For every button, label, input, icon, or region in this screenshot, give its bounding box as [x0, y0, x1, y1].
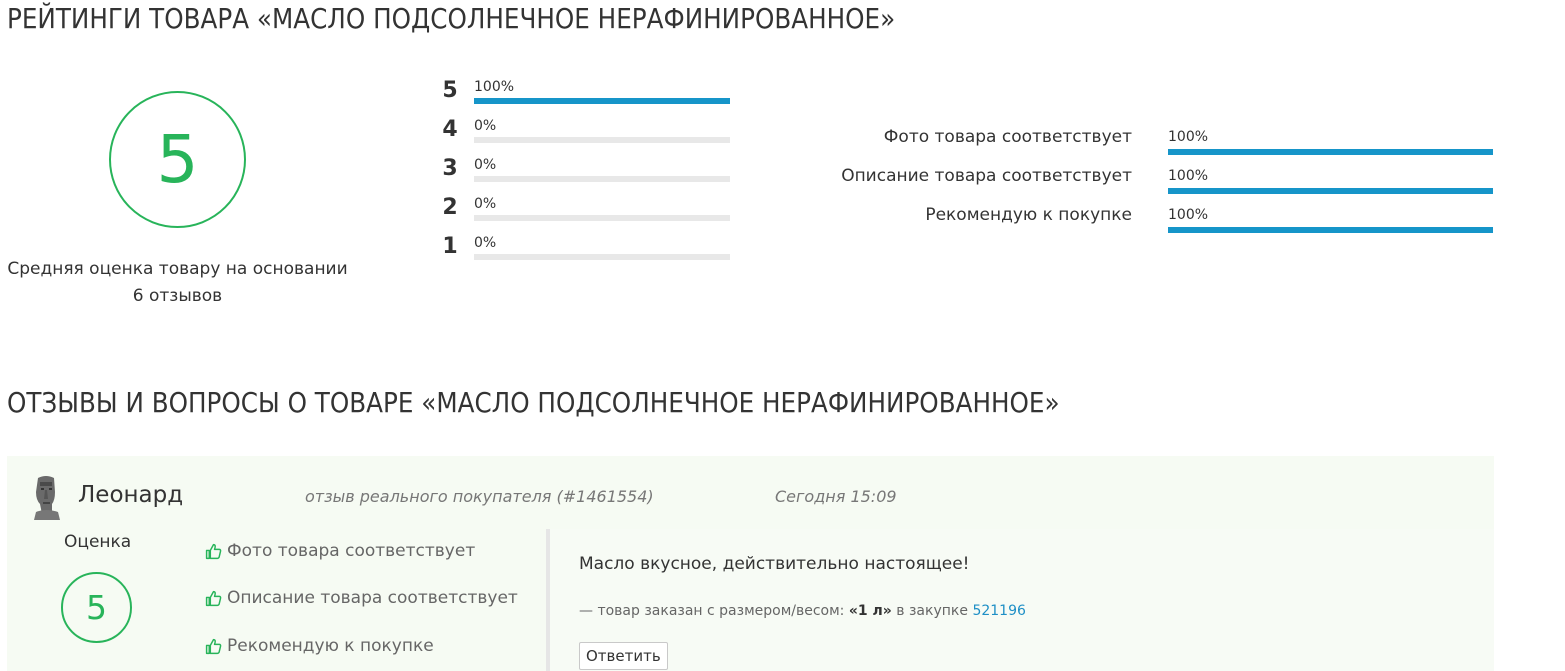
review-date: Сегодня 15:09 [775, 487, 897, 506]
review-body-panel [550, 529, 1494, 671]
criteria-row: Фото товара соответствует 100% [800, 126, 1520, 165]
criteria-bar-fill [1168, 149, 1493, 155]
avatar-moai-icon[interactable] [28, 474, 64, 520]
criteria-bar [1168, 188, 1493, 194]
like-item: Рекомендую к покупке [205, 636, 434, 656]
criteria-label: Описание товара соответствует [841, 166, 1132, 186]
star-bar [474, 98, 730, 104]
review-text: Масло вкусное, действительно настоящее! [579, 554, 970, 574]
star-bar [474, 254, 730, 260]
order-lot-link[interactable]: 521196 [972, 603, 1025, 619]
order-prefix: — товар заказан с размером/весом: [579, 603, 845, 619]
order-info: — товар заказан с размером/весом: «1 л» … [579, 603, 1026, 619]
average-caption-line1: Средняя оценка товару на основании [7, 259, 348, 279]
star-row: 2 0% [440, 195, 740, 234]
star-count-label: 4 [442, 117, 458, 142]
star-bar [474, 215, 730, 221]
average-score-circle: 5 [109, 91, 246, 228]
thumbs-up-icon [205, 543, 222, 559]
criteria-percent: 100% [1168, 129, 1209, 145]
star-count-label: 5 [442, 78, 458, 103]
star-percent: 100% [474, 79, 515, 95]
criteria-percent: 100% [1168, 207, 1209, 223]
criteria-row: Рекомендую к покупке 100% [800, 204, 1520, 243]
star-row: 4 0% [440, 117, 740, 156]
criteria-row: Описание товара соответствует 100% [800, 165, 1520, 204]
criteria-bar-fill [1168, 188, 1493, 194]
like-item: Описание товара соответствует [205, 588, 518, 608]
star-row: 3 0% [440, 156, 740, 195]
review-score: 5 [86, 588, 107, 627]
reviews-title: ОТЗЫВЫ И ВОПРОСЫ О ТОВАРЕ «МАСЛО ПОДСОЛН… [7, 386, 1060, 419]
review-divider [546, 529, 550, 671]
average-caption: Средняя оценка товару на основании 6 отз… [0, 256, 355, 310]
reviewer-name[interactable]: Леонард [78, 482, 183, 508]
criteria-bar-fill [1168, 227, 1493, 233]
order-size: «1 л» [848, 603, 892, 619]
like-item: Фото товара соответствует [205, 541, 475, 561]
star-percent: 0% [474, 196, 497, 212]
order-middle: в закупке [896, 603, 968, 619]
star-count-label: 1 [442, 234, 458, 259]
thumbs-up-icon [205, 638, 222, 654]
review-score-label: Оценка [64, 532, 132, 552]
like-label: Описание товара соответствует [227, 588, 518, 608]
star-count-label: 2 [442, 195, 458, 220]
star-row: 5 100% [440, 78, 740, 117]
star-row: 1 0% [440, 234, 740, 273]
like-label: Рекомендую к покупке [227, 636, 434, 656]
star-percent: 0% [474, 118, 497, 134]
star-bar [474, 137, 730, 143]
star-count-label: 3 [442, 156, 458, 181]
criteria-percent: 100% [1168, 168, 1209, 184]
like-label: Фото товара соответствует [227, 541, 476, 561]
review-score-circle: 5 [61, 572, 132, 643]
criteria-bar [1168, 149, 1493, 155]
reply-button[interactable]: Ответить [579, 642, 668, 670]
thumbs-up-icon [205, 590, 222, 606]
star-bar [474, 176, 730, 182]
ratings-title: РЕЙТИНГИ ТОВАРА «МАСЛО ПОДСОЛНЕЧНОЕ НЕРА… [7, 2, 896, 35]
criteria-label: Фото товара соответствует [883, 127, 1132, 147]
star-percent: 0% [474, 235, 497, 251]
review-type: отзыв реального покупателя (#1461554) [305, 487, 654, 506]
star-percent: 0% [474, 157, 497, 173]
average-score: 5 [156, 120, 199, 198]
criteria-label: Рекомендую к покупке [925, 205, 1132, 225]
criteria-bar [1168, 227, 1493, 233]
average-caption-line2: 6 отзывов [132, 286, 223, 306]
star-bar-fill [474, 98, 730, 104]
